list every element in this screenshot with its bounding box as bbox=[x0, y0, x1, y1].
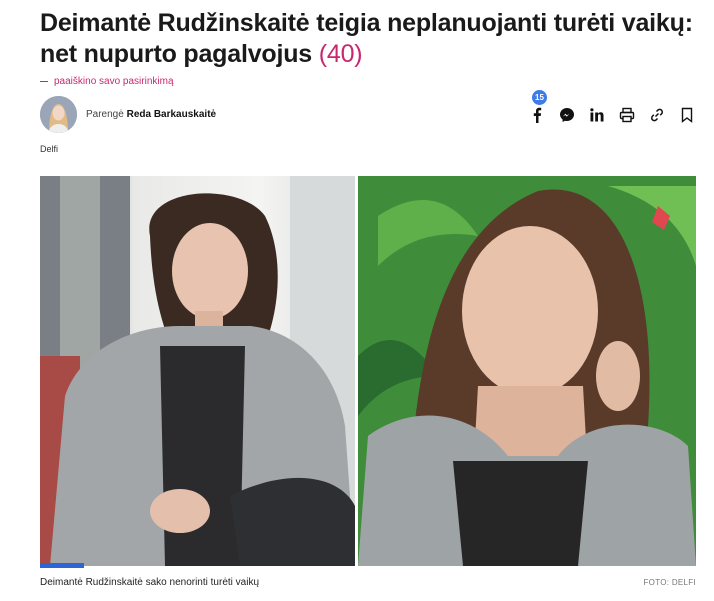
subtitle-dash bbox=[40, 81, 48, 82]
linkedin-icon bbox=[590, 108, 604, 122]
facebook-share-button[interactable]: 15 bbox=[528, 90, 547, 124]
gallery-progress-bar bbox=[40, 563, 84, 568]
share-toolbar: 15 bbox=[528, 90, 696, 124]
photo-caption: Deimantė Rudžinskaitė sako nenorinti tur… bbox=[40, 577, 259, 588]
messenger-share-button[interactable] bbox=[558, 106, 576, 124]
author-avatar[interactable] bbox=[40, 96, 77, 133]
print-icon bbox=[619, 107, 635, 123]
messenger-icon bbox=[560, 108, 574, 122]
photo-left bbox=[40, 176, 355, 566]
article-subtitle: paaiškino savo pasirinkimą bbox=[40, 76, 174, 87]
article-headline: Deimantė Rudžinskaitė teigia neplanuojan… bbox=[40, 8, 700, 70]
subtitle-text: paaiškino savo pasirinkimą bbox=[54, 76, 174, 87]
photo-right bbox=[358, 176, 696, 566]
headline-text: Deimantė Rudžinskaitė teigia neplanuojan… bbox=[40, 9, 693, 68]
author-byline: Parengė Reda Barkauskaitė bbox=[86, 109, 216, 120]
share-count-badge: 15 bbox=[532, 90, 547, 105]
comment-count[interactable]: (40) bbox=[319, 40, 363, 68]
photo-credit: FOTO: DELFI bbox=[643, 578, 696, 587]
bookmark-button[interactable] bbox=[678, 106, 696, 124]
linkedin-share-button[interactable] bbox=[588, 106, 606, 124]
bookmark-icon bbox=[681, 107, 693, 123]
source-label: Delfi bbox=[40, 144, 59, 154]
prepared-label: Parengė bbox=[86, 109, 124, 120]
print-button[interactable] bbox=[618, 106, 636, 124]
facebook-icon bbox=[533, 107, 542, 123]
author-name[interactable]: Reda Barkauskaitė bbox=[127, 109, 217, 120]
article-photo[interactable] bbox=[40, 176, 696, 566]
link-icon bbox=[651, 108, 663, 122]
copy-link-button[interactable] bbox=[648, 106, 666, 124]
author-row: Parengė Reda Barkauskaitė 15 bbox=[40, 90, 696, 136]
